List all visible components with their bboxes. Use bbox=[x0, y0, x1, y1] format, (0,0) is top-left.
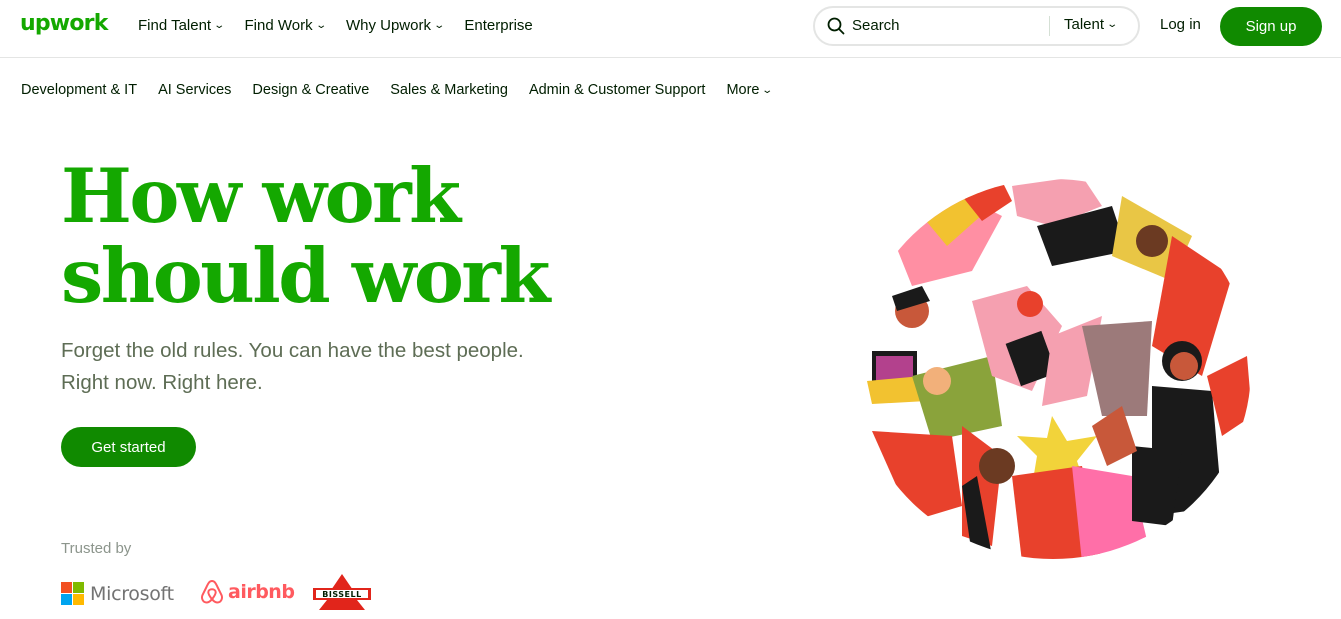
chevron-down-icon: ⌄ bbox=[761, 84, 774, 96]
chevron-down-icon: ⌄ bbox=[433, 19, 446, 31]
category-more-label: More bbox=[726, 82, 760, 98]
hero-subheadline: Forget the old rules. You can have the b… bbox=[61, 335, 621, 399]
microsoft-windows-icon bbox=[61, 582, 84, 605]
chevron-down-icon: ⌄ bbox=[314, 19, 327, 31]
search-input[interactable]: Search bbox=[852, 17, 900, 34]
nav-find-talent-label: Find Talent bbox=[138, 16, 212, 34]
category-admin-support[interactable]: Admin & Customer Support bbox=[529, 82, 706, 98]
search-scope-label: Talent bbox=[1064, 16, 1105, 33]
nav-why-upwork-label: Why Upwork bbox=[345, 16, 431, 34]
search-icon bbox=[827, 17, 845, 35]
category-design-creative[interactable]: Design & Creative bbox=[252, 82, 369, 98]
search-bar[interactable]: Search Talent ⌄ bbox=[813, 6, 1140, 46]
hero-subheadline-line1: Forget the old rules. You can have the b… bbox=[61, 339, 524, 362]
nav-enterprise-label: Enterprise bbox=[464, 16, 533, 34]
microsoft-logo: Microsoft bbox=[61, 582, 174, 605]
category-development-it[interactable]: Development & IT bbox=[21, 82, 137, 98]
signup-button[interactable]: Sign up bbox=[1220, 7, 1322, 46]
hero-illustration bbox=[855, 179, 1251, 559]
main-nav: Find Talent ⌄ Find Work ⌄ Why Upwork ⌄ E… bbox=[138, 0, 554, 50]
hero-headline: How work should work bbox=[61, 156, 621, 316]
chevron-down-icon: ⌄ bbox=[1106, 19, 1119, 30]
airbnb-belo-icon bbox=[201, 579, 223, 604]
get-started-button[interactable]: Get started bbox=[61, 427, 196, 467]
nav-enterprise[interactable]: Enterprise bbox=[464, 17, 532, 34]
trusted-by-label: Trusted by bbox=[61, 540, 132, 557]
search-divider bbox=[1049, 16, 1050, 36]
category-sales-marketing[interactable]: Sales & Marketing bbox=[390, 82, 508, 98]
hero-headline-line1: How work bbox=[61, 152, 461, 240]
upwork-logo[interactable]: upwork bbox=[20, 11, 108, 36]
airbnb-logo: airbnb bbox=[200, 579, 295, 605]
nav-why-upwork[interactable]: Why Upwork ⌄ bbox=[345, 16, 446, 34]
nav-find-talent[interactable]: Find Talent ⌄ bbox=[138, 16, 226, 34]
category-nav: Development & IT AI Services Design & Cr… bbox=[21, 80, 793, 100]
microsoft-wordmark: Microsoft bbox=[90, 582, 174, 605]
airbnb-wordmark: airbnb bbox=[228, 581, 295, 603]
search-scope-dropdown[interactable]: Talent ⌄ bbox=[1064, 16, 1119, 33]
hero-subheadline-line2: Right now. Right here. bbox=[61, 371, 263, 394]
svg-text:BISSELL: BISSELL bbox=[322, 590, 361, 599]
top-header: upwork Find Talent ⌄ Find Work ⌄ Why Upw… bbox=[0, 0, 1341, 58]
nav-find-work[interactable]: Find Work ⌄ bbox=[244, 16, 327, 34]
category-more[interactable]: More ⌄ bbox=[726, 82, 774, 98]
login-link[interactable]: Log in bbox=[1160, 16, 1201, 33]
bissell-logo: BISSELL bbox=[313, 574, 371, 610]
hero-headline-line2: should work bbox=[61, 232, 550, 320]
nav-find-work-label: Find Work bbox=[244, 16, 313, 34]
chevron-down-icon: ⌄ bbox=[213, 19, 226, 31]
category-ai-services[interactable]: AI Services bbox=[158, 82, 231, 98]
